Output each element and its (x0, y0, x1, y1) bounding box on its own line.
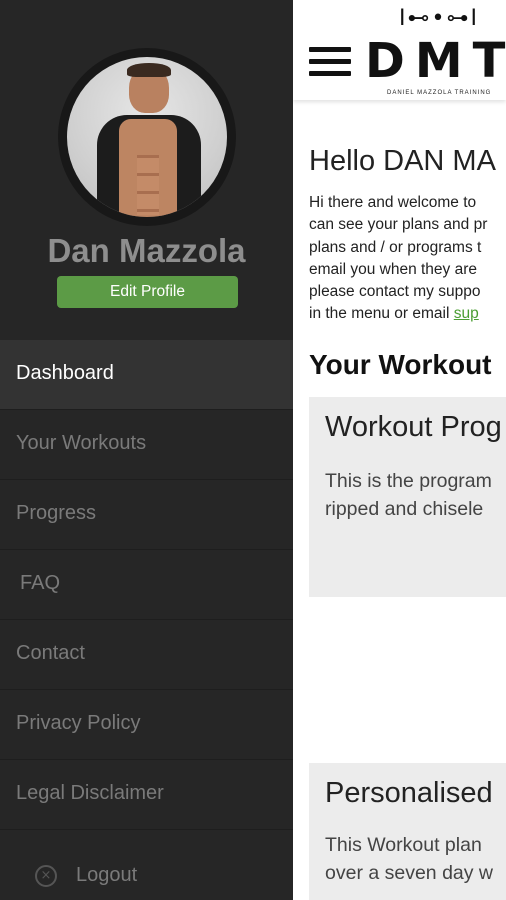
dmt-logo: I⊷•⊶I DMT DANIEL MAZZOLA TRAINING (365, 6, 506, 98)
card-desc-line: ripped and chisele (325, 498, 484, 520)
intro-line: plans and / or programs t (309, 238, 482, 256)
card-description: This Workout plan over a seven day w (325, 831, 493, 887)
card-title: Personalised (325, 777, 493, 809)
nav-item-label: Privacy Policy (16, 712, 141, 734)
intro-line-last: in the menu or email sup (309, 303, 506, 325)
logout-label: Logout (76, 864, 138, 886)
nav-item-label: FAQ (20, 572, 61, 594)
profile-name: Dan Mazzola (47, 232, 246, 269)
nav-item-label: Progress (16, 502, 97, 524)
intro-line: Hi there and welcome to (309, 194, 477, 211)
edit-profile-button[interactable]: Edit Profile (57, 276, 238, 308)
card-title: Workout Prog (325, 411, 502, 443)
nav-item-progress[interactable]: Progress (0, 480, 293, 550)
nav-item-label: Dashboard (16, 362, 114, 384)
nav-item-label: Your Workouts (16, 432, 147, 454)
hamburger-menu-icon[interactable] (309, 47, 351, 81)
support-email-link[interactable]: sup (454, 305, 479, 322)
greeting-heading: Hello DAN MA (309, 145, 496, 177)
intro-paragraph: Hi there and welcome to can see your pla… (309, 192, 506, 326)
main-content: I⊷•⊶I DMT DANIEL MAZZOLA TRAINING Hello … (293, 0, 506, 900)
logo-subtitle: DANIEL MAZZOLA TRAINING (387, 90, 492, 96)
nav-item-privacy-policy[interactable]: Privacy Policy (0, 690, 293, 760)
nav-item-legal-disclaimer[interactable]: Legal Disclaimer (0, 760, 293, 830)
nav-item-contact[interactable]: Contact (0, 620, 293, 690)
navigation-drawer: Dan Mazzola Edit Profile Dashboard Your … (0, 0, 293, 900)
nav-item-your-workouts[interactable]: Your Workouts (0, 410, 293, 480)
nav-item-label: Legal Disclaimer (16, 782, 164, 804)
logo-text: DMT (365, 33, 506, 89)
card-desc-line: This Workout plan (325, 834, 482, 856)
intro-line: please contact my suppo (309, 283, 481, 301)
card-desc-line: over a seven day w (325, 862, 494, 884)
app-header: I⊷•⊶I DMT DANIEL MAZZOLA TRAINING (293, 0, 506, 100)
card-desc-line: This is the program (325, 470, 492, 492)
intro-line: can see your plans and pr (309, 216, 488, 234)
close-circle-icon: × (35, 865, 57, 887)
workout-program-card[interactable]: Workout Prog This is the program ripped … (309, 397, 506, 597)
nav-item-faq[interactable]: FAQ (0, 550, 293, 620)
logout-button[interactable]: × Logout (0, 840, 293, 900)
nav-item-dashboard[interactable]: Dashboard (0, 340, 293, 410)
logo-mark-icon: I⊷•⊶I (399, 6, 479, 31)
avatar[interactable] (67, 57, 227, 217)
card-description: This is the program ripped and chisele (325, 467, 492, 523)
intro-line: email you when they are (309, 260, 478, 278)
drawer-nav: Dashboard Your Workouts Progress FAQ Con… (0, 340, 293, 830)
nav-item-label: Contact (16, 642, 85, 664)
personalised-plan-card[interactable]: Personalised This Workout plan over a se… (309, 763, 506, 900)
workouts-section-title: Your Workout (309, 349, 492, 380)
intro-line-text: in the menu or email (309, 305, 454, 323)
